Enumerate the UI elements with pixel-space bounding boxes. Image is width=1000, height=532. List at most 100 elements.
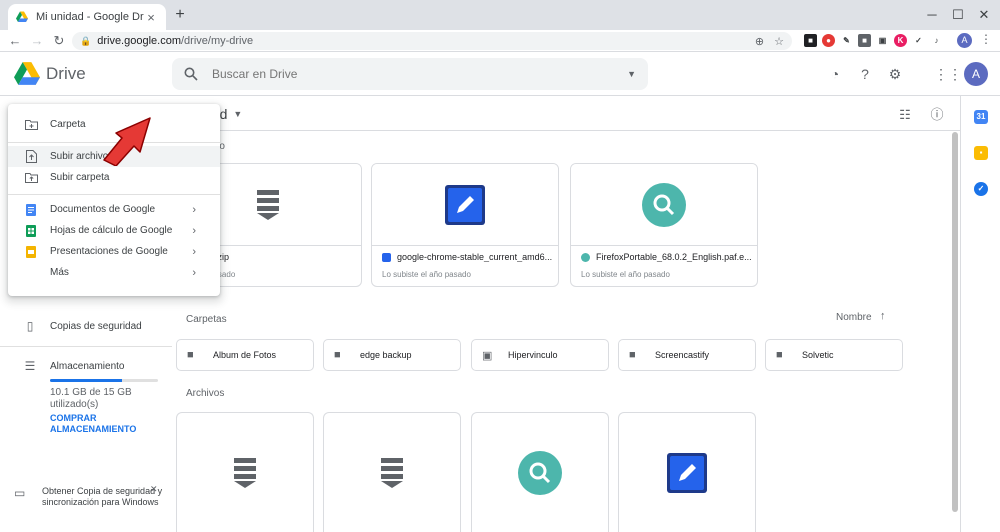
folder-icon: ■	[776, 349, 783, 361]
folder-icon: ■	[334, 349, 341, 361]
extension-icon[interactable]: ♪	[930, 34, 943, 47]
google-sheets-icon	[24, 224, 38, 238]
quick-access-card[interactable]: google-chrome-stable_current_amd6... Lo …	[371, 163, 559, 287]
browser-menu-icon[interactable]: ⋮	[980, 32, 992, 46]
backup-promo-close-icon[interactable]: ✕	[150, 484, 158, 495]
blue-edit-icon	[445, 184, 485, 225]
card-thumbnail	[372, 164, 558, 246]
red-annotation-arrow-icon	[103, 117, 151, 166]
zip-icon	[234, 457, 256, 488]
extension-icon[interactable]: ■	[858, 34, 871, 47]
sidebar-item-backups[interactable]: ▯ Copias de seguridad	[0, 314, 172, 338]
new-tab-icon[interactable]: +	[172, 6, 188, 24]
storage-progress-fill	[50, 379, 123, 382]
extension-icon[interactable]: ✓	[912, 34, 925, 47]
drive-header: Drive ▼ ◔ ? ⚙ ⋮⋮ A	[0, 52, 1000, 96]
sort-button[interactable]: Nombre	[836, 312, 872, 323]
google-slides-icon	[24, 245, 38, 259]
file-card[interactable]	[471, 412, 609, 532]
extension-icon[interactable]: ▣	[876, 34, 889, 47]
apps-grid-icon[interactable]: ⋮⋮	[934, 65, 962, 83]
drive-logo-icon[interactable]	[14, 62, 40, 86]
reload-icon[interactable]: ↻	[50, 32, 68, 50]
teal-search-icon	[518, 450, 562, 495]
minimize-icon[interactable]: ─	[920, 4, 944, 26]
keep-icon[interactable]: ▪	[974, 146, 988, 160]
zip-icon	[381, 457, 403, 488]
folder-upload-icon	[24, 171, 38, 185]
sort-direction-icon[interactable]: ↑	[880, 310, 886, 322]
buy-storage-link[interactable]: COMPRAR ALMACENAMIENTO	[50, 413, 160, 435]
browser-profile-avatar[interactable]: A	[957, 33, 972, 48]
files-title: Archivos	[186, 388, 225, 399]
menu-item-google-docs[interactable]: Documentos de Google ›	[8, 199, 220, 220]
bookmark-star-icon[interactable]: ☆	[774, 35, 784, 48]
forward-icon[interactable]: →	[28, 32, 46, 50]
help-icon[interactable]: ?	[856, 65, 874, 83]
folder-item[interactable]: ■ Solvetic	[765, 339, 903, 371]
menu-item-upload-folder[interactable]: Subir carpeta	[8, 167, 220, 188]
folder-item[interactable]: ■ Screencastify	[618, 339, 756, 371]
folder-icon: ■	[187, 349, 194, 361]
folder-item[interactable]: ■ edge backup	[323, 339, 461, 371]
settings-gear-icon[interactable]: ⚙	[886, 65, 904, 83]
account-avatar[interactable]: A	[964, 62, 988, 86]
tab-close-icon[interactable]: ×	[144, 10, 158, 25]
list-view-icon[interactable]: ☷	[896, 106, 914, 124]
menu-divider	[8, 194, 220, 195]
back-icon[interactable]: ←	[6, 32, 24, 50]
blue-edit-icon	[667, 452, 707, 493]
info-icon[interactable]: ⓘ	[928, 106, 946, 124]
sidebar-item-storage[interactable]: ☰ Almacenamiento	[0, 354, 172, 378]
extension-icon[interactable]: K	[894, 34, 907, 47]
extension-icon[interactable]: ✎	[840, 34, 853, 47]
menu-item-google-sheets[interactable]: Hojas de cálculo de Google ›	[8, 220, 220, 241]
storage-progress-bar	[50, 379, 158, 382]
browser-tab[interactable]: Mi unidad - Google Drive ×	[8, 4, 166, 30]
lock-icon: 🔒	[80, 35, 92, 46]
card-subtitle: Lo subiste el año pasado	[581, 270, 670, 279]
window-close-icon[interactable]: ✕	[972, 4, 996, 26]
menu-item-google-slides[interactable]: Presentaciones de Google ›	[8, 241, 220, 262]
search-input[interactable]	[212, 67, 628, 81]
search-icon[interactable]	[184, 67, 198, 81]
calendar-icon[interactable]: 31	[974, 110, 988, 124]
folders-title: Carpetas	[186, 314, 227, 325]
file-type-icon	[382, 252, 391, 262]
browser-tab-strip: Mi unidad - Google Drive × + ─ ☐ ✕	[0, 0, 1000, 30]
file-card[interactable]	[323, 412, 461, 532]
quick-access-card[interactable]: FirefoxPortable_68.0.2_English.paf.e... …	[570, 163, 758, 287]
scrollbar[interactable]	[952, 132, 958, 532]
address-bar[interactable]: 🔒 drive.google.com/drive/my-drive ⊕ ☆	[72, 32, 792, 50]
drive-favicon-icon	[16, 11, 28, 22]
folder-item[interactable]: ■ Album de Fotos	[176, 339, 314, 371]
backup-promo[interactable]: ▭ Obtener Copia de seguridad y sincroniz…	[14, 486, 164, 508]
scrollbar-thumb[interactable]	[952, 132, 958, 512]
card-subtitle: Lo subiste el año pasado	[382, 270, 471, 279]
file-card[interactable]	[176, 412, 314, 532]
chevron-right-icon: ›	[192, 266, 196, 279]
chevron-right-icon: ›	[192, 203, 196, 216]
google-docs-icon	[24, 203, 38, 217]
folder-icon: ■	[629, 349, 636, 361]
card-file-name: google-chrome-stable_current_amd6...	[382, 252, 552, 262]
add-icon[interactable]: ⊕	[755, 35, 764, 48]
teal-search-icon	[642, 182, 686, 227]
tasks-icon[interactable]: ✓	[974, 182, 988, 196]
search-box[interactable]: ▼	[172, 58, 648, 90]
file-upload-icon	[24, 150, 38, 164]
product-name[interactable]: Drive	[46, 64, 86, 84]
file-card[interactable]	[618, 412, 756, 532]
tab-title: Mi unidad - Google Drive	[36, 11, 144, 23]
menu-item-more[interactable]: Más ›	[8, 262, 220, 283]
folder-item[interactable]: ▣ Hipervinculo	[471, 339, 609, 371]
search-options-icon[interactable]: ▼	[627, 69, 636, 79]
chevron-right-icon: ›	[192, 224, 196, 237]
card-thumbnail	[571, 164, 757, 246]
extension-icon[interactable]: ■	[804, 34, 817, 47]
maximize-icon[interactable]: ☐	[946, 4, 970, 26]
backup-icon: ▯	[26, 319, 34, 333]
offline-ready-icon[interactable]: ◔	[826, 65, 844, 83]
extension-icon[interactable]: ●	[822, 34, 835, 47]
main-content: dad ▼ ☷ ⓘ pido ox-69.0.zip el año pasado	[172, 96, 960, 532]
